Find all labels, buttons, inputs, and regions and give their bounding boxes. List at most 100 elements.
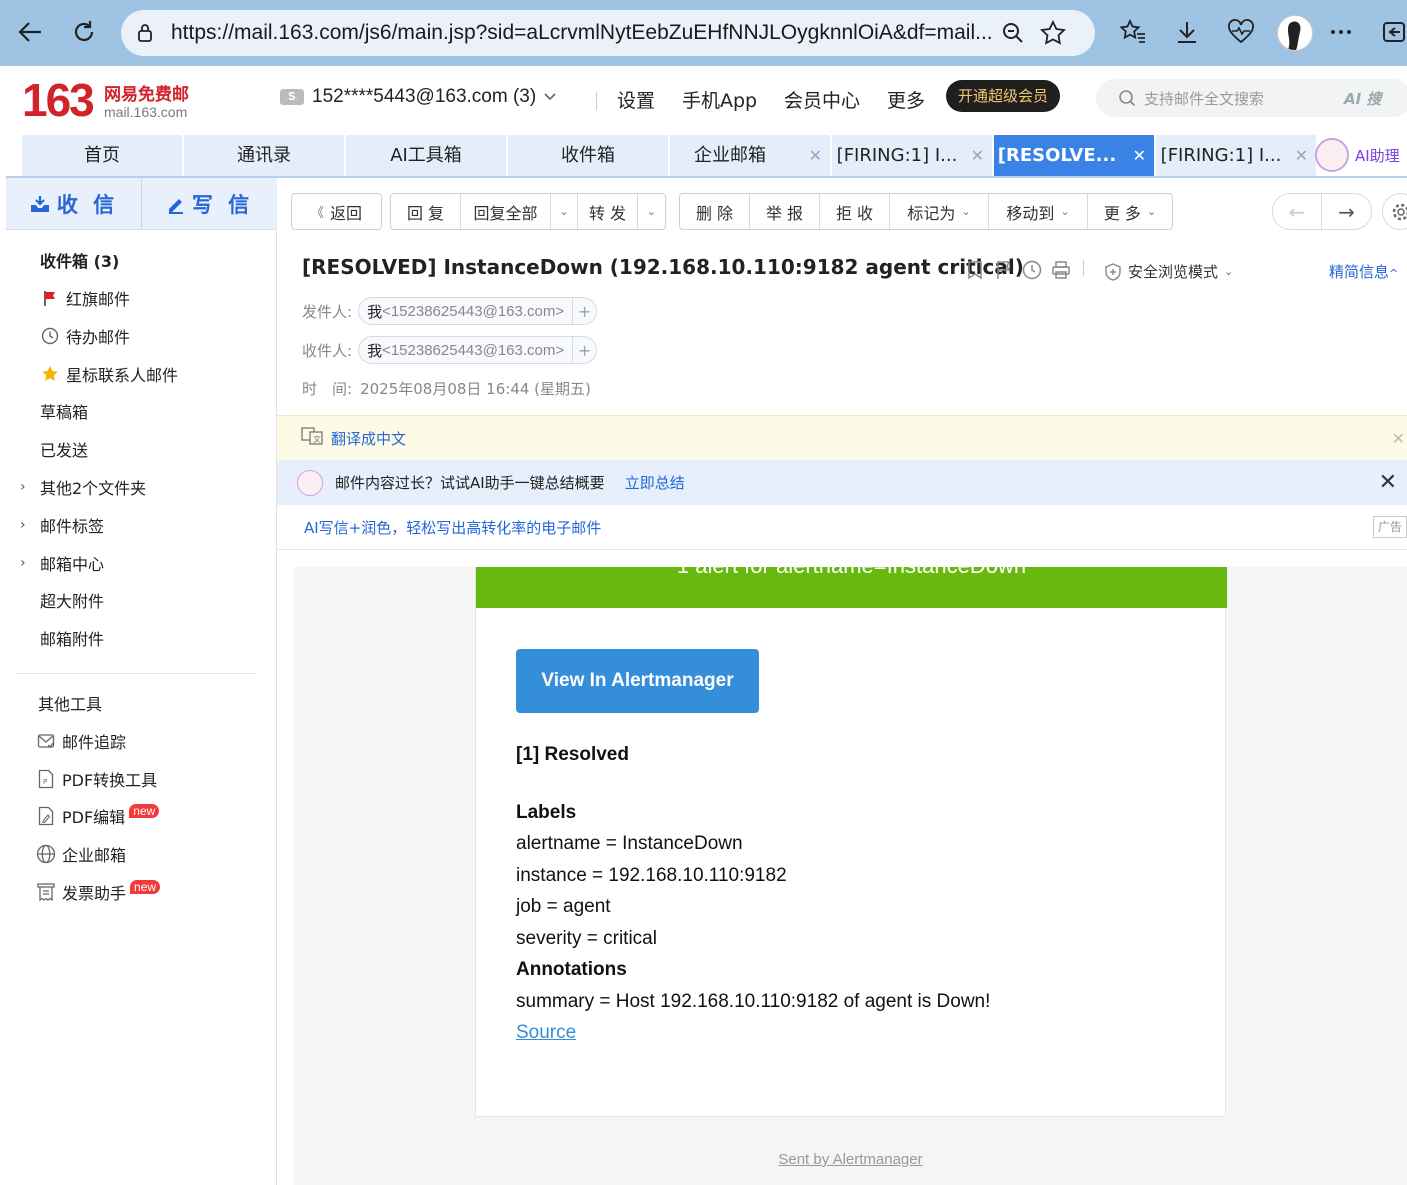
close-icon[interactable]: ✕ (809, 135, 822, 176)
forward-dropdown-chevron-icon[interactable]: ⌄ (638, 194, 665, 229)
ai-assistant-button[interactable]: AI助理 (1315, 136, 1400, 174)
tab-home[interactable]: 首页 (22, 135, 182, 176)
site-info-icon[interactable] (135, 23, 157, 43)
sidebar-item-invoice[interactable]: 发票助手 new (6, 874, 277, 910)
download-icon[interactable] (1167, 12, 1207, 52)
mobile-app-link[interactable]: 手机App (682, 86, 757, 113)
forward-button[interactable]: 转 发 (578, 194, 638, 229)
receive-label: 收 信 (56, 193, 119, 217)
sidebar-item-label: 企业邮箱 (62, 846, 127, 865)
receive-button[interactable]: 收 信 (6, 178, 141, 230)
next-mail-arrow-icon[interactable]: → (1322, 194, 1371, 229)
favorite-icon[interactable] (1033, 20, 1073, 46)
sidebar-item-tags[interactable]: › 邮件标签 (6, 507, 277, 543)
mark-as-button[interactable]: 标记为 ⌄ (890, 194, 989, 229)
member-center-link[interactable]: 会员中心 (784, 86, 860, 113)
logo-text: 网易免费邮 (104, 85, 189, 105)
sidebar-item-mail-center[interactable]: › 邮箱中心 (6, 545, 277, 581)
mail-track-icon (36, 732, 56, 750)
sidebar-item-sent[interactable]: 已发送 (6, 431, 277, 467)
summarize-now-link[interactable]: 立即总结 (625, 472, 685, 493)
sidebar-item-drafts[interactable]: 草稿箱 (6, 393, 277, 429)
view-in-alertmanager-button[interactable]: View In Alertmanager (516, 649, 759, 713)
more-icon[interactable] (1321, 12, 1361, 52)
settings-link[interactable]: 设置 (617, 86, 655, 113)
search-input[interactable]: 支持邮件全文搜索 AI 搜 (1096, 79, 1407, 117)
health-icon[interactable] (1221, 12, 1261, 52)
bookmark-icon[interactable] (967, 260, 983, 284)
delete-button[interactable]: 删 除 (680, 194, 750, 229)
reply-button[interactable]: 回 复 (391, 194, 461, 229)
close-icon[interactable]: ✕ (1133, 135, 1146, 176)
close-icon[interactable]: ✕ (1379, 470, 1397, 495)
tab-ai-toolbox[interactable]: AI工具箱 (346, 135, 506, 176)
add-contact-icon[interactable]: + (572, 337, 596, 363)
tab-label: 首页 (84, 145, 120, 166)
profile-avatar[interactable] (1277, 15, 1313, 51)
sidebar-item-todo[interactable]: 待办邮件 (6, 318, 277, 354)
sidebar-item-attachments[interactable]: 邮箱附件 (6, 620, 277, 656)
tab-bar: 首页 通讯录 AI工具箱 收件箱 企业邮箱 ✕ [FIRING:1] I... ✕ … (22, 135, 1407, 176)
prev-mail-arrow-icon[interactable]: ← (1273, 194, 1323, 229)
tab-firing-2[interactable]: [FIRING:1] I... ✕ (1156, 135, 1316, 176)
refresh-icon[interactable] (64, 12, 104, 52)
tab-resolved[interactable]: [RESOLVE... ✕ (994, 135, 1154, 176)
chevron-right-icon[interactable]: › (20, 555, 26, 571)
ai-search-button[interactable]: AI 搜 (1344, 88, 1381, 109)
reply-dropdown-chevron-icon[interactable]: ⌄ (551, 194, 578, 229)
recipient-chip[interactable]: 我 <15238625443@163.com> + (358, 336, 598, 364)
move-to-label: 移动到 (1006, 203, 1055, 223)
tab-inbox[interactable]: 收件箱 (508, 135, 668, 176)
sidebar-item-pdf-edit[interactable]: PDF编辑 new (6, 798, 277, 834)
mail-header: 163 网易免费邮 mail.163.com S 152****5443@163… (6, 66, 1407, 136)
flag-icon[interactable] (996, 260, 1012, 284)
clock-icon[interactable] (1022, 260, 1042, 284)
gear-icon[interactable] (1382, 193, 1407, 230)
tab-contacts[interactable]: 通讯录 (184, 135, 344, 176)
sidebar-item-red-flag[interactable]: 红旗邮件 (6, 280, 277, 316)
zoom-icon[interactable] (993, 21, 1033, 45)
reject-button[interactable]: 拒 收 (820, 194, 890, 229)
sidebar-item-enterprise[interactable]: 企业邮箱 (6, 836, 277, 872)
account-switcher[interactable]: S 152****5443@163.com (3) (280, 86, 556, 108)
sidebar-icon[interactable] (1380, 12, 1407, 52)
sender-chip[interactable]: 我 <15238625443@163.com> + (358, 297, 598, 325)
back-button[interactable]: 《返回 (291, 193, 382, 230)
move-to-button[interactable]: 移动到 ⌄ (989, 194, 1088, 229)
sidebar-item-inbox[interactable]: 收件箱 (3) (6, 242, 277, 278)
more-button[interactable]: 更 多 ⌄ (1088, 194, 1172, 229)
tab-firing-1[interactable]: [FIRING:1] I... ✕ (832, 135, 992, 176)
print-icon[interactable] (1051, 260, 1071, 284)
reply-all-button[interactable]: 回复全部 (461, 194, 551, 229)
chevron-right-icon[interactable]: › (20, 517, 26, 533)
sidebar-item-other-folders[interactable]: › 其他2个文件夹 (6, 469, 277, 505)
logo-number[interactable]: 163 (22, 74, 95, 126)
compact-info-toggle[interactable]: 精简信息^ (1329, 261, 1398, 282)
sidebar-item-mail-tracking[interactable]: 邮件追踪 (6, 723, 277, 759)
address-bar[interactable]: https://mail.163.com/js6/main.jsp?sid=aL… (121, 10, 1095, 56)
close-icon[interactable]: ✕ (1392, 429, 1405, 448)
favorites-list-icon[interactable] (1113, 12, 1153, 52)
close-icon[interactable]: ✕ (971, 135, 984, 176)
vip-button[interactable]: 开通超级会员 (946, 80, 1061, 112)
resolved-heading: [1] Resolved (516, 744, 629, 765)
add-contact-icon[interactable]: + (572, 298, 596, 324)
compose-button[interactable]: 写 信 (142, 178, 277, 230)
report-button[interactable]: 举 报 (750, 194, 820, 229)
sidebar-item-starred[interactable]: 星标联系人邮件 (6, 356, 277, 392)
sidebar-item-pdf-convert[interactable]: P PDF转换工具 (6, 761, 277, 797)
more-link[interactable]: 更多 (887, 86, 925, 113)
ad-link[interactable]: AI写信+润色，轻松写出高转化率的电子邮件 (304, 517, 601, 538)
tab-label: 通讯录 (237, 145, 291, 166)
safe-browsing-dropdown[interactable]: 安全浏览模式 ⌄ (1104, 261, 1233, 282)
sidebar-item-large-attachments[interactable]: 超大附件 (6, 582, 277, 618)
chevron-right-icon[interactable]: › (20, 479, 26, 495)
translate-link[interactable]: 翻译成中文 (331, 428, 406, 449)
chevron-down-icon: ⌄ (1146, 205, 1157, 218)
inbox-icon (30, 196, 49, 212)
tab-enterprise-mail[interactable]: 企业邮箱 ✕ (670, 135, 830, 176)
close-icon[interactable]: ✕ (1295, 135, 1308, 176)
sent-by-alertmanager-link[interactable]: Sent by Alertmanager (294, 1151, 1407, 1168)
source-link[interactable]: Source (516, 1022, 576, 1043)
back-icon[interactable] (10, 12, 50, 52)
